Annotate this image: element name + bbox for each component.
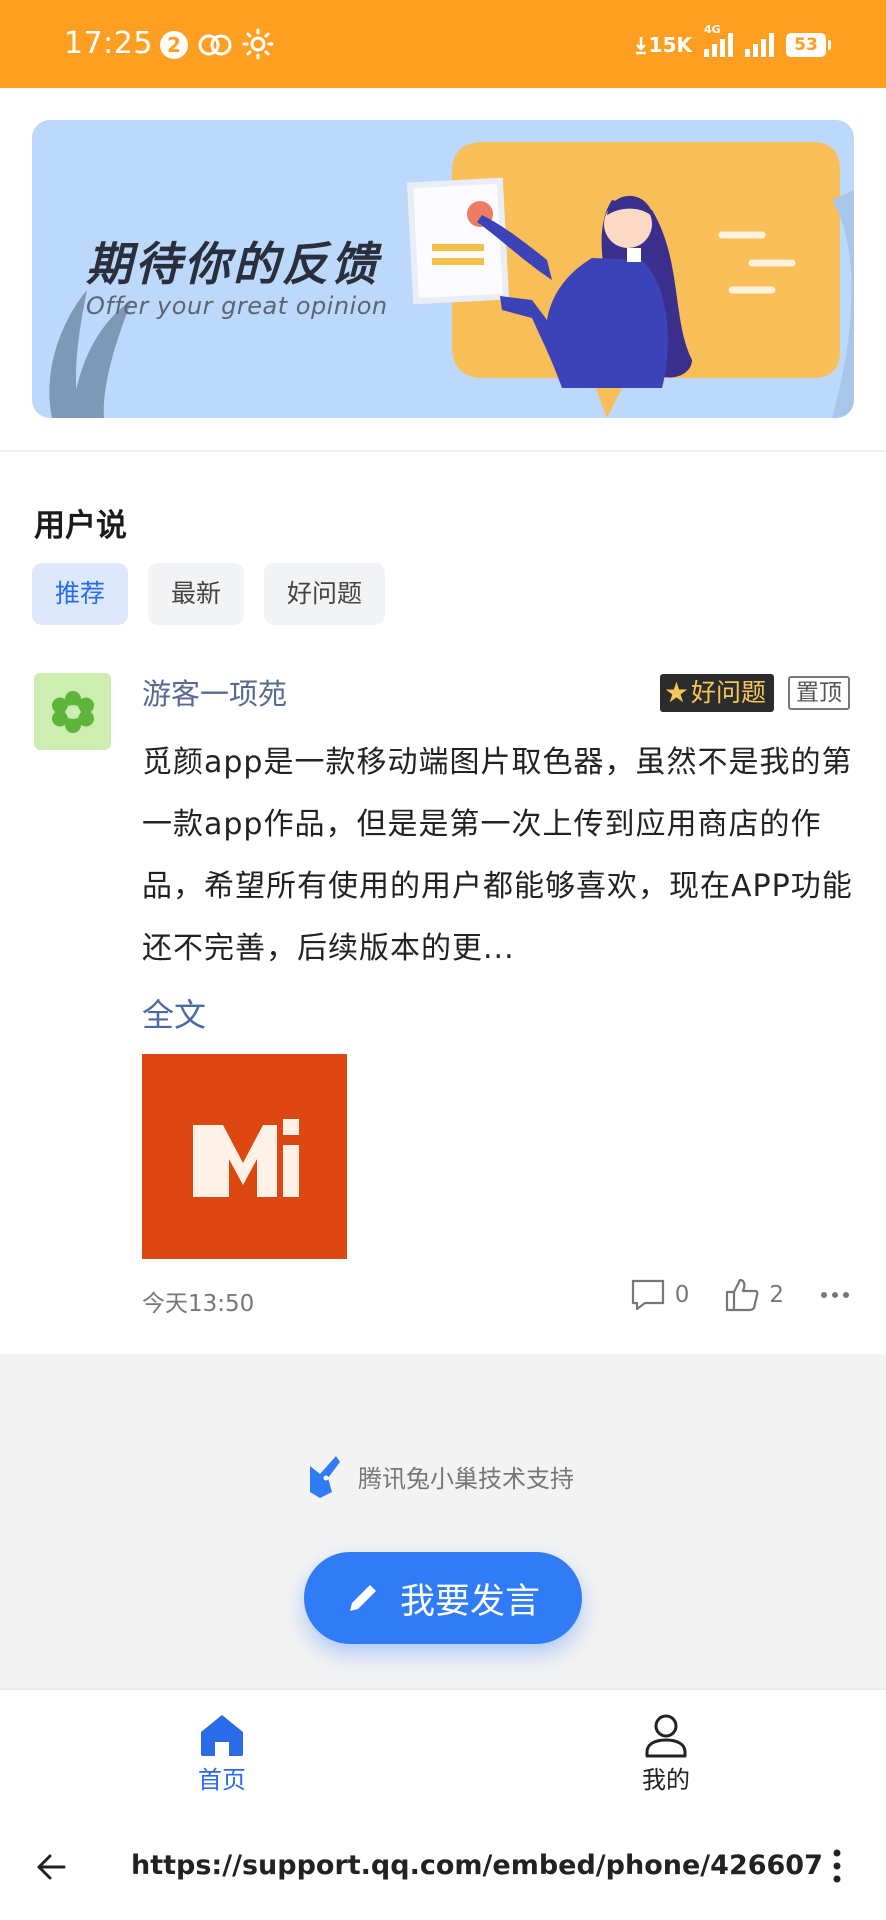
nav-mine-label: 我的 [642,1766,690,1794]
section-divider [0,450,886,452]
post-actions: 0 2 [631,1278,850,1312]
support-credit[interactable]: 腾讯兔小巢技术支持 [306,1452,574,1500]
post-tags: ★ 好问题 置顶 [659,674,850,712]
sun-icon [242,28,274,60]
tab-recommended[interactable]: 推荐 [32,563,129,625]
pinned-badge: 置顶 [788,676,850,710]
thumbs-up-icon [726,1278,759,1312]
net-speed-value: 15K [648,33,692,57]
post-body[interactable]: 觅颜app是一款移动端图片取色器，虽然不是我的第一款app作品，但是是第一次上传… [142,732,854,980]
status-right: 15K 4G 53 [635,23,831,62]
post-image[interactable] [142,1054,347,1259]
network-type-label: 4G [704,23,721,36]
user-icon [645,1714,687,1758]
banner-title: 期待你的反馈 [86,237,380,291]
more-horizontal-icon [821,1292,849,1298]
nav-home-label: 首页 [198,1766,246,1794]
post-author[interactable]: 游客一项苑 [142,671,287,713]
more-options-button[interactable] [820,1291,850,1299]
like-count: 2 [769,1282,784,1308]
good-question-label: 好问题 [690,678,766,707]
pencil-icon [349,1585,376,1611]
good-question-badge: ★ 好问题 [659,674,774,712]
nav-mine[interactable]: 我的 [606,1710,726,1795]
net-speed: 15K [635,33,692,57]
flower-icon [51,690,94,733]
signal-bars-icon [704,33,733,57]
star-icon: ★ [663,676,689,709]
status-time: 17:25 [64,26,153,61]
download-arrow-icon [635,37,646,55]
post-time: 今天13:50 [142,1291,255,1317]
signal-4g: 4G [704,23,733,57]
browser-bar: https://support.qq.com/embed/phone/42660… [0,1818,886,1920]
tab-latest[interactable]: 最新 [148,563,245,625]
battery-icon: 53 [786,33,831,57]
section-title: 用户说 [34,508,127,544]
read-more-link[interactable]: 全文 [142,990,206,1036]
notification-badge: 2 [160,31,188,59]
status-bar: 17:25 2 15K 4G 53 [0,0,886,88]
support-text: 腾讯兔小巢技术支持 [358,1464,574,1493]
comment-button[interactable]: 0 [631,1279,690,1311]
like-button[interactable]: 2 [725,1278,784,1312]
browser-url[interactable]: https://support.qq.com/embed/phone/42660… [131,1850,823,1881]
home-icon [201,1715,243,1756]
bottom-nav: 首页 我的 [0,1688,886,1818]
back-arrow-icon[interactable] [36,1852,66,1882]
link-icon [198,34,232,56]
post-comment-label: 我要发言 [399,1581,540,1622]
avatar[interactable] [34,673,111,750]
filter-tabs: 推荐 最新 好问题 [32,563,386,625]
mi-logo-icon [192,1118,299,1197]
tab-good-questions[interactable]: 好问题 [264,563,386,625]
comment-icon [631,1279,664,1311]
more-vertical-icon[interactable] [832,1848,842,1884]
tucao-logo-icon [310,1456,340,1498]
banner-subtitle: Offer your great opinion [86,292,388,320]
feedback-banner[interactable]: 期待你的反馈 Offer your great opinion [32,120,854,418]
nav-home[interactable]: 首页 [162,1710,282,1795]
comment-count: 0 [674,1282,690,1308]
post-comment-button[interactable]: 我要发言 [304,1552,582,1644]
signal-bars-secondary-icon [745,33,774,57]
